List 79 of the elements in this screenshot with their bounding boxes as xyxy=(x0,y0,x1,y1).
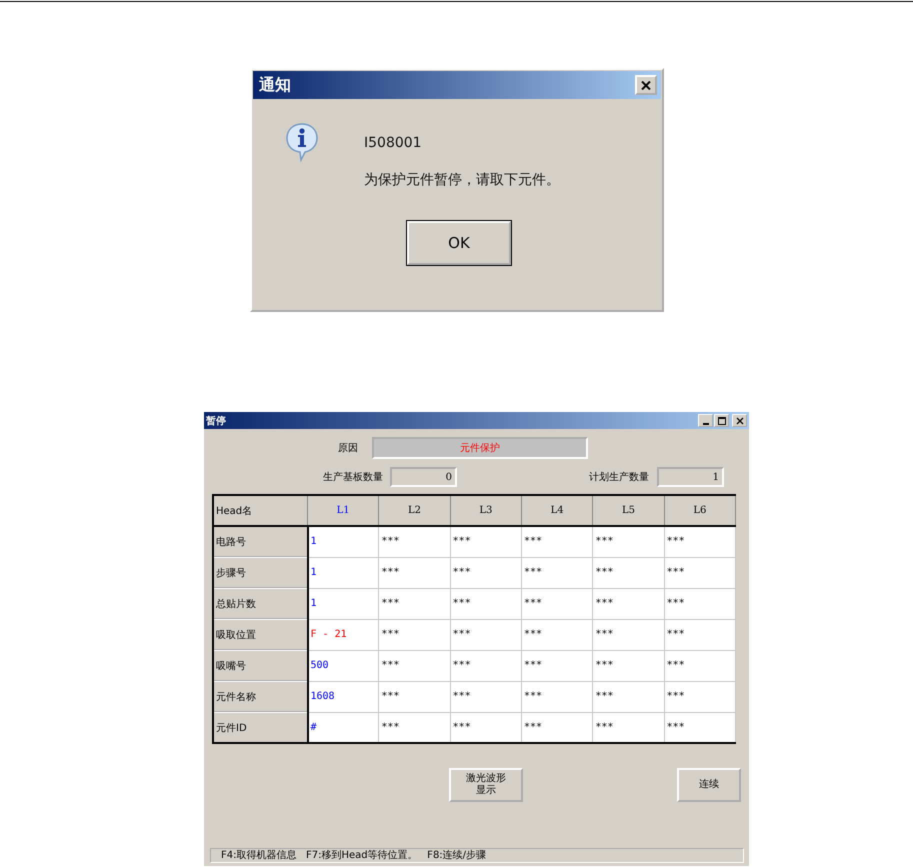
column-header[interactable]: L6 xyxy=(664,495,736,526)
table-cell: 1608 xyxy=(308,681,379,712)
row-header: 总贴片数 xyxy=(213,588,308,619)
table-cell: *** xyxy=(592,712,664,743)
close-button[interactable] xyxy=(732,414,747,427)
table-cell: *** xyxy=(450,712,522,743)
column-header[interactable]: L2 xyxy=(378,495,450,526)
maximize-button[interactable] xyxy=(714,414,729,427)
message-code: I508001 xyxy=(364,135,423,151)
close-icon xyxy=(641,80,651,90)
status-bar: F4:取得机器信息 F7:移到Head等待位置。 F8:连续/步骤 xyxy=(210,848,744,863)
minimize-icon xyxy=(702,422,708,424)
table-cell: *** xyxy=(378,526,450,557)
table-cell: *** xyxy=(521,650,593,681)
table-cell: 1 xyxy=(308,557,379,588)
table-cell: # xyxy=(308,712,379,743)
table-cell: *** xyxy=(521,681,593,712)
column-header[interactable]: L4 xyxy=(521,495,593,526)
table-cell: 1 xyxy=(308,588,379,619)
row-header: 吸取位置 xyxy=(213,619,308,650)
table-cell: *** xyxy=(521,588,593,619)
row-header: 元件ID xyxy=(213,712,308,743)
column-header[interactable]: L3 xyxy=(450,495,522,526)
table-cell: *** xyxy=(521,712,593,743)
table-cell: *** xyxy=(378,650,450,681)
table-cell: *** xyxy=(664,681,736,712)
table-cell: *** xyxy=(450,681,522,712)
table-cell: *** xyxy=(378,588,450,619)
header-cell: Head名 xyxy=(213,495,308,526)
table-cell: F - 21 xyxy=(308,619,379,650)
message-text: 为保护元件暂停，请取下元件。 xyxy=(364,171,560,189)
row-header: 电路号 xyxy=(213,526,308,557)
table-cell: *** xyxy=(664,650,736,681)
info-icon xyxy=(285,122,319,162)
produced-count-label: 生产基板数量 xyxy=(323,470,383,484)
close-icon xyxy=(736,416,744,424)
table-cell: *** xyxy=(378,712,450,743)
row-header: 步骤号 xyxy=(213,557,308,588)
table-cell: *** xyxy=(450,650,522,681)
table-cell: *** xyxy=(521,526,593,557)
row-header: 元件名称 xyxy=(213,681,308,712)
table-cell: *** xyxy=(592,619,664,650)
reason-field: 元件保护 xyxy=(372,437,588,459)
table-cell: *** xyxy=(592,650,664,681)
table-cell: *** xyxy=(450,526,522,557)
window-title: 通知 xyxy=(259,74,291,96)
table-cell: *** xyxy=(378,557,450,588)
table-cell: *** xyxy=(592,588,664,619)
table-cell: 1 xyxy=(308,526,379,557)
planned-count-field: 1 xyxy=(657,467,724,487)
table-cell: *** xyxy=(592,526,664,557)
table-cell: *** xyxy=(664,619,736,650)
produced-count-field: 0 xyxy=(390,467,457,487)
table-cell: *** xyxy=(378,681,450,712)
table-cell: *** xyxy=(592,557,664,588)
close-button[interactable] xyxy=(635,75,657,95)
table-cell: *** xyxy=(450,588,522,619)
table-cell: *** xyxy=(664,712,736,743)
column-header[interactable]: L1 xyxy=(308,495,379,526)
continue-button[interactable]: 连续 xyxy=(677,768,741,802)
reason-label: 原因 xyxy=(338,442,358,455)
table-cell: *** xyxy=(450,619,522,650)
table-cell: *** xyxy=(664,588,736,619)
table-cell: *** xyxy=(664,557,736,588)
ok-button[interactable]: OK xyxy=(407,221,511,265)
column-header[interactable]: L5 xyxy=(592,495,664,526)
minimize-button[interactable] xyxy=(698,414,713,427)
table-cell: *** xyxy=(378,619,450,650)
window-title: 暂停 xyxy=(206,414,226,428)
table-cell: *** xyxy=(521,619,593,650)
table-cell: *** xyxy=(664,526,736,557)
table-cell: *** xyxy=(450,557,522,588)
planned-count-label: 计划生产数量 xyxy=(589,470,649,484)
maximize-icon xyxy=(718,416,726,424)
table-cell: 500 xyxy=(308,650,379,681)
row-header: 吸嘴号 xyxy=(213,650,308,681)
table-cell: *** xyxy=(592,681,664,712)
table-cell: *** xyxy=(521,557,593,588)
laser-waveform-button[interactable]: 激光波形显示 xyxy=(449,768,523,802)
